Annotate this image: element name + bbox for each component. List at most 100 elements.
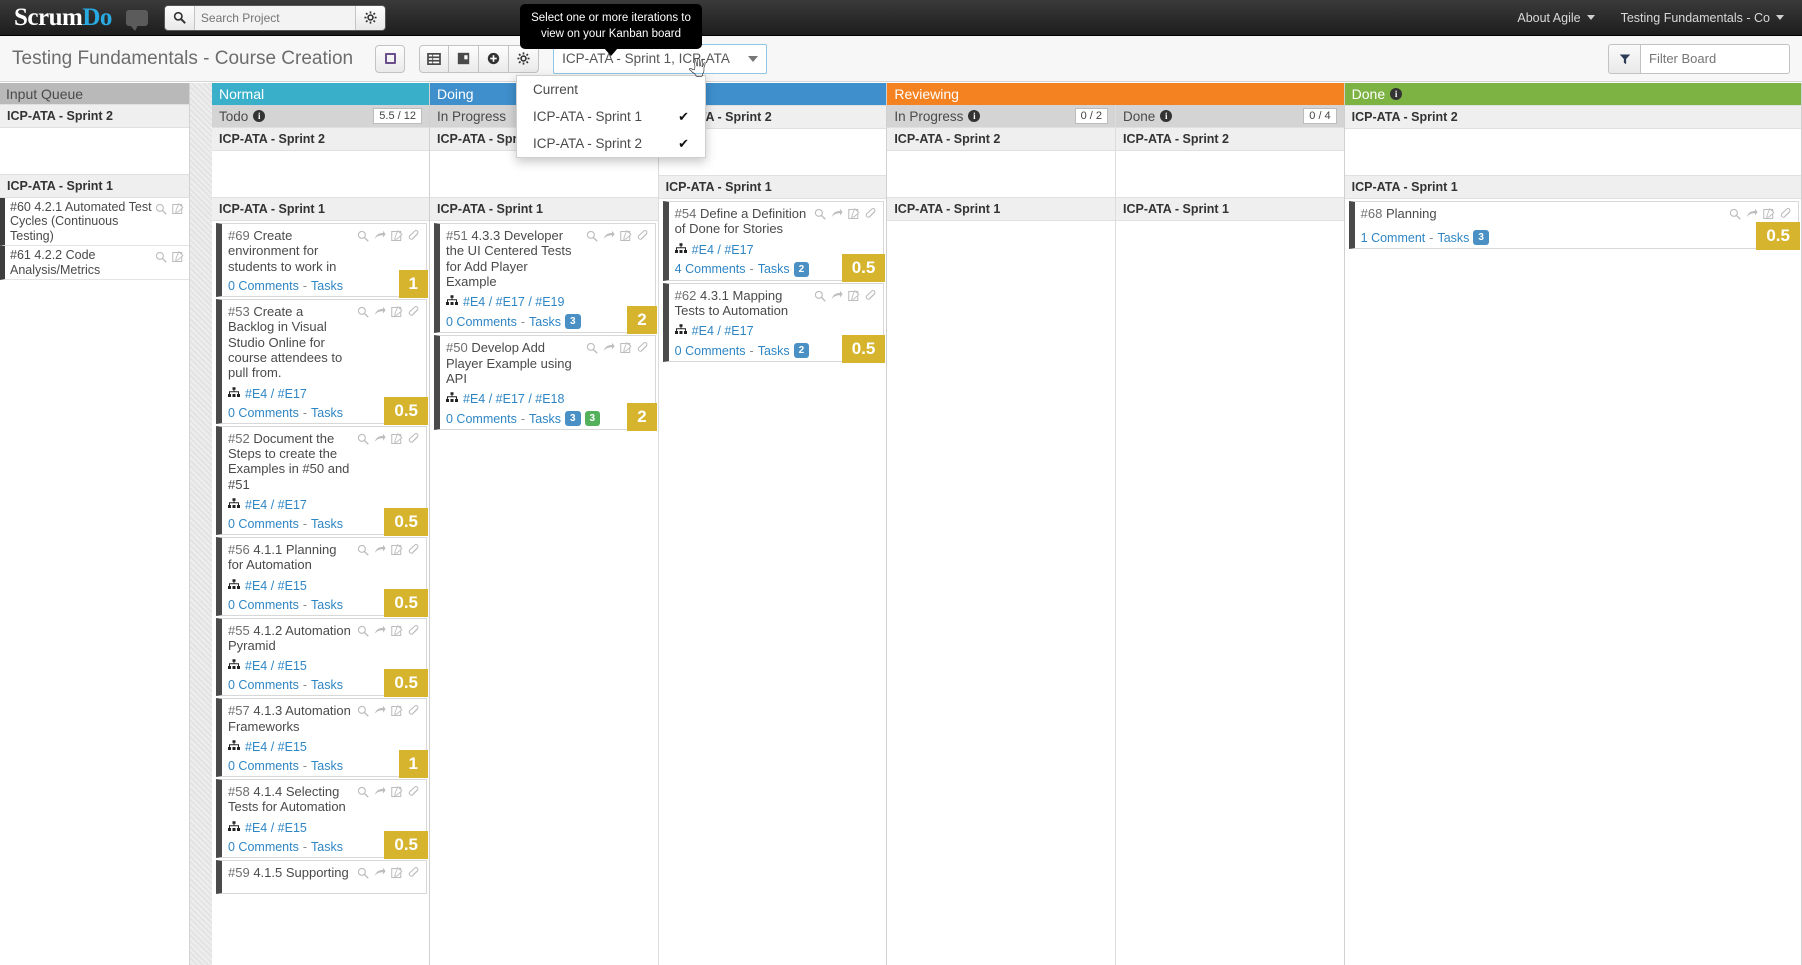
search-icon[interactable]: [165, 5, 195, 30]
edit-icon[interactable]: [391, 866, 403, 884]
card-tasks-link[interactable]: Tasks: [311, 840, 343, 854]
search-settings-gear-icon[interactable]: [354, 5, 385, 30]
attach-icon[interactable]: [408, 305, 420, 323]
move-icon[interactable]: [374, 624, 386, 642]
magnifier-icon[interactable]: [357, 432, 369, 450]
move-icon[interactable]: [374, 785, 386, 803]
story-card[interactable]: #50 Develop Add Player Example using API…: [434, 335, 657, 432]
edit-icon[interactable]: [848, 289, 860, 307]
story-card[interactable]: #54 Define a Definition of Done for Stor…: [662, 201, 886, 282]
lane-body[interactable]: ICP-ATA - Sprint 2 ICP-ATA - Sprint 1: [1116, 127, 1344, 965]
move-icon[interactable]: [374, 866, 386, 884]
card-epic-link[interactable]: #E4 / #E17 / #E19: [446, 295, 649, 309]
story-card[interactable]: #56 4.1.1 Planning for Automation #E4 / …: [216, 536, 428, 617]
card-tasks-link[interactable]: Tasks: [529, 412, 561, 426]
attach-icon[interactable]: [408, 229, 420, 247]
move-icon[interactable]: [374, 229, 386, 247]
card-comments-link[interactable]: 0 Comments: [228, 598, 299, 612]
magnifier-icon[interactable]: [357, 624, 369, 642]
empty-lane[interactable]: [1116, 221, 1344, 267]
empty-lane[interactable]: [1116, 151, 1344, 197]
story-card[interactable]: #58 4.1.4 Selecting Tests for Automation…: [216, 778, 428, 859]
empty-lane[interactable]: [887, 151, 1115, 197]
attach-icon[interactable]: [408, 543, 420, 561]
card-epic-link[interactable]: #E4 / #E15: [228, 740, 420, 754]
magnifier-icon[interactable]: [1729, 207, 1741, 225]
lane-body[interactable]: ICP-ATA - Sprint 2 ICP-ATA - Sprint 1 #69…: [212, 127, 429, 965]
story-card[interactable]: #68 Planning 1 Comment - Tasks 3 0.5: [1348, 201, 1800, 250]
attach-icon[interactable]: [865, 207, 877, 225]
card-comments-link[interactable]: 0 Comments: [228, 279, 299, 293]
move-icon[interactable]: [603, 341, 615, 359]
card-comments-link[interactable]: 0 Comments: [228, 406, 299, 420]
magnifier-icon[interactable]: [155, 202, 167, 220]
magnifier-icon[interactable]: [357, 785, 369, 803]
move-icon[interactable]: [374, 305, 386, 323]
filter-board-input[interactable]: [1640, 43, 1790, 74]
list-view-button[interactable]: [419, 44, 450, 73]
magnifier-icon[interactable]: [814, 289, 827, 307]
magnifier-icon[interactable]: [357, 305, 369, 323]
input-queue-card[interactable]: #61 4.2.2 Code Analysis/Metrics: [0, 246, 189, 280]
attach-icon[interactable]: [408, 866, 420, 884]
input-queue-card[interactable]: #60 4.2.1 Automated Test Cycles (Continu…: [0, 198, 189, 247]
story-card[interactable]: #51 4.3.3 Developer the UI Centered Test…: [434, 223, 657, 335]
card-tasks-link[interactable]: Tasks: [311, 406, 343, 420]
edit-icon[interactable]: [848, 207, 860, 225]
magnifier-icon[interactable]: [357, 543, 369, 561]
board-view-toggle-button[interactable]: [375, 44, 406, 73]
card-comments-link[interactable]: 0 Comments: [446, 315, 517, 329]
card-comments-link[interactable]: 0 Comments: [228, 678, 299, 692]
dropdown-item-sprint1[interactable]: ICP-ATA - Sprint 1 ✔: [517, 103, 705, 130]
magnifier-icon[interactable]: [155, 250, 167, 268]
card-tasks-link[interactable]: Tasks: [758, 262, 790, 276]
story-card[interactable]: #57 4.1.3 Automation Frameworks #E4 / #E…: [216, 698, 428, 778]
edit-icon[interactable]: [391, 432, 403, 450]
move-icon[interactable]: [831, 207, 843, 225]
magnifier-icon[interactable]: [357, 229, 369, 247]
card-tasks-link[interactable]: Tasks: [311, 517, 343, 531]
edit-icon[interactable]: [391, 543, 403, 561]
magnifier-icon[interactable]: [357, 866, 369, 884]
magnifier-icon[interactable]: [586, 341, 598, 359]
card-tasks-link[interactable]: Tasks: [529, 315, 561, 329]
card-tasks-link[interactable]: Tasks: [1437, 231, 1469, 245]
move-icon[interactable]: [374, 543, 386, 561]
attach-icon[interactable]: [408, 785, 420, 803]
card-comments-link[interactable]: 0 Comments: [446, 412, 517, 426]
move-icon[interactable]: [374, 704, 386, 722]
dropdown-item-current[interactable]: Current: [517, 76, 705, 103]
brand-logo[interactable]: ScrumDo: [14, 4, 112, 32]
filter-icon[interactable]: [1608, 43, 1640, 74]
magnifier-icon[interactable]: [357, 704, 369, 722]
card-tasks-link[interactable]: Tasks: [758, 344, 790, 358]
dropdown-item-sprint2[interactable]: ICP-ATA - Sprint 2 ✔: [517, 130, 705, 157]
attach-icon[interactable]: [408, 432, 420, 450]
card-comments-link[interactable]: 0 Comments: [228, 840, 299, 854]
card-tasks-link[interactable]: Tasks: [311, 279, 343, 293]
card-comments-link[interactable]: 4 Comments: [675, 262, 746, 276]
card-tasks-link[interactable]: Tasks: [311, 678, 343, 692]
attach-icon[interactable]: [408, 624, 420, 642]
card-comments-link[interactable]: 0 Comments: [228, 517, 299, 531]
move-icon[interactable]: [603, 229, 615, 247]
empty-lane[interactable]: [1344, 129, 1801, 175]
lane-body[interactable]: ICP-ATA - Sprint 2 ICP-ATA - Sprint 1 #68…: [1344, 105, 1801, 965]
info-icon[interactable]: i: [968, 110, 981, 122]
info-icon[interactable]: i: [253, 110, 266, 122]
story-card[interactable]: #69 Create environment for students to w…: [216, 223, 428, 298]
attach-icon[interactable]: [637, 341, 649, 359]
attach-icon[interactable]: [865, 289, 877, 307]
attach-icon[interactable]: [408, 704, 420, 722]
lane-body[interactable]: ICP-ATA - Sprint 2 ICP-ATA - Sprint 1: [887, 127, 1115, 965]
empty-lane[interactable]: [887, 221, 1115, 267]
edit-icon[interactable]: [172, 250, 184, 268]
info-icon[interactable]: i: [1160, 110, 1173, 122]
card-comments-link[interactable]: 0 Comments: [228, 759, 299, 773]
empty-lane[interactable]: [0, 128, 189, 174]
empty-lane[interactable]: [212, 151, 429, 197]
move-icon[interactable]: [374, 432, 386, 450]
card-tasks-link[interactable]: Tasks: [311, 598, 343, 612]
edit-icon[interactable]: [172, 202, 184, 220]
magnifier-icon[interactable]: [814, 207, 827, 225]
